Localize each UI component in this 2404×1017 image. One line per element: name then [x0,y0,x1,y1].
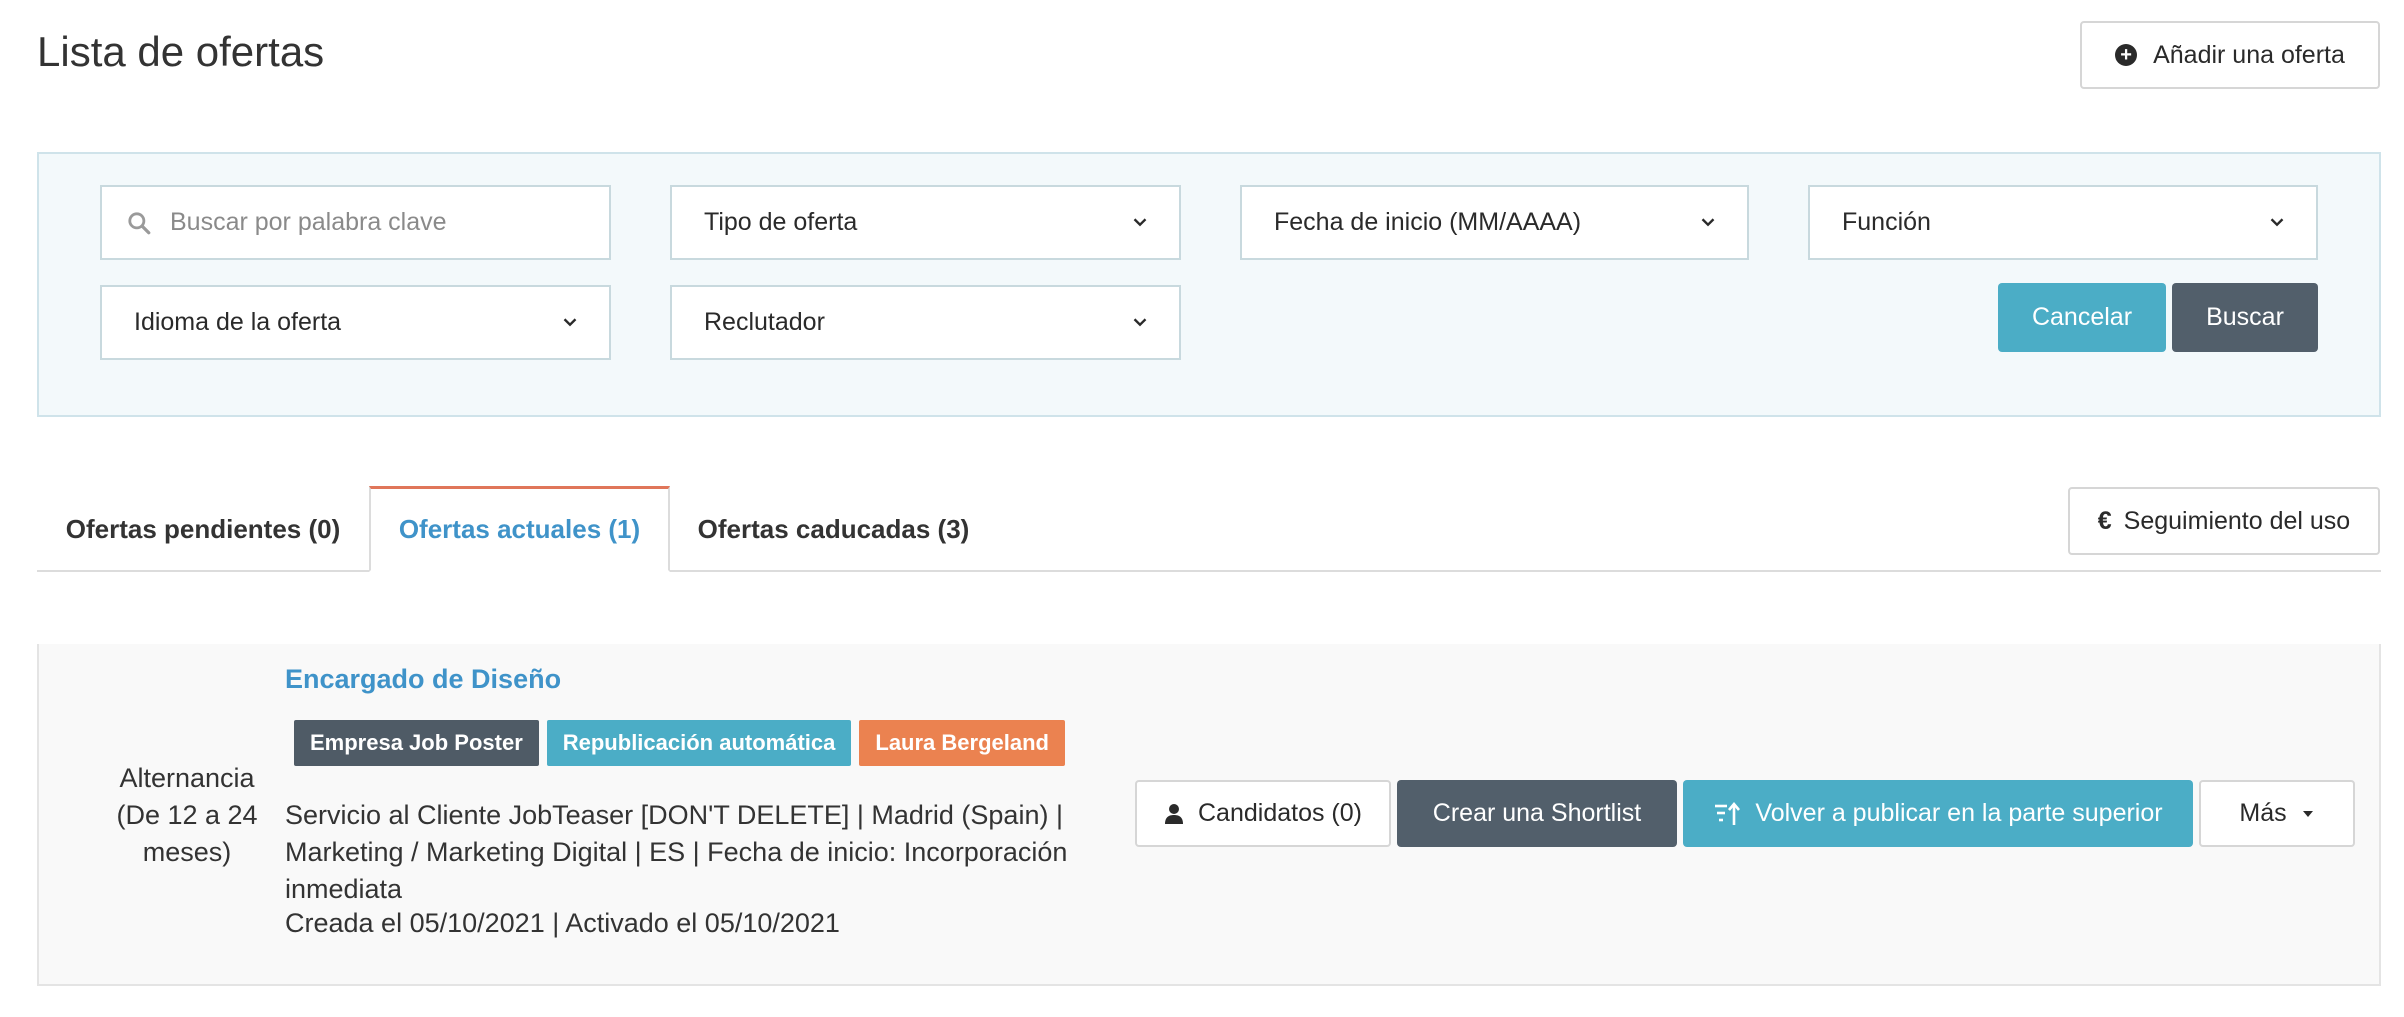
search-button[interactable]: Buscar [2172,283,2318,352]
offer-type-line: (De 12 a 24 [116,800,258,830]
republish-top-button[interactable]: Volver a publicar en la parte superior [1683,780,2193,847]
republish-label: Volver a publicar en la parte superior [1755,799,2163,827]
more-label: Más [2239,799,2287,827]
page-title: Lista de ofertas [37,28,325,75]
euro-icon: € [2097,506,2112,535]
usage-tracking-label: Seguimiento del uso [2123,506,2351,535]
tab-pending-offers[interactable]: Ofertas pendientes (0) [37,486,369,572]
add-offer-label: Añadir una oferta [2153,40,2345,69]
candidates-label: Candidatos (0) [1198,799,1362,827]
user-icon [1165,803,1183,824]
search-icon [128,211,151,234]
offer-type-line: meses) [142,837,232,867]
offer-dates: Creada el 05/10/2021 | Activado el 05/10… [285,908,840,938]
offer-type-label: Tipo de oferta [704,208,858,236]
offer-title-link[interactable]: Encargado de Diseño [285,664,561,695]
offer-badges: Empresa Job Poster Republicación automát… [294,720,1065,766]
more-dropdown-button[interactable]: Más [2199,780,2355,847]
language-select[interactable]: Idioma de la oferta [100,285,611,360]
badge-auto-republish: Republicación automática [546,720,852,766]
add-offer-button[interactable]: + Añadir una oferta [2080,21,2380,89]
tab-expired-offers[interactable]: Ofertas caducadas (3) [670,486,997,572]
create-shortlist-button[interactable]: Crear una Shortlist [1397,780,1677,847]
offer-card: Alternancia (De 12 a 24 meses) Encargado… [37,644,2381,986]
sort-up-icon [1715,801,1741,825]
search-input[interactable]: Buscar por palabra clave [100,185,611,260]
usage-tracking-button[interactable]: € Seguimiento del uso [2068,487,2380,555]
chevron-down-icon [1133,318,1147,327]
badge-recruiter: Laura Bergeland [859,720,1065,766]
function-label: Función [1842,208,1931,236]
offer-type: Alternancia (De 12 a 24 meses) [87,760,287,871]
start-date-select[interactable]: Fecha de inicio (MM/AAAA) [1240,185,1749,260]
recruiter-select[interactable]: Reclutador [670,285,1181,360]
function-select[interactable]: Función [1808,185,2318,260]
offer-details: Servicio al Cliente JobTeaser [DON'T DEL… [285,800,1068,904]
plus-circle-icon: + [2115,44,2138,66]
offer-type-line: Alternancia [119,763,255,793]
chevron-down-icon [2270,218,2284,227]
badge-company: Empresa Job Poster [294,720,539,766]
chevron-down-icon [563,318,577,327]
chevron-down-icon [1701,218,1715,227]
search-placeholder: Buscar por palabra clave [170,208,447,236]
candidates-button[interactable]: Candidatos (0) [1135,780,1391,847]
recruiter-label: Reclutador [704,308,825,336]
start-date-label: Fecha de inicio (MM/AAAA) [1274,208,1582,236]
chevron-down-icon [1133,218,1147,227]
offer-type-select[interactable]: Tipo de oferta [670,185,1181,260]
caret-down-icon [2302,810,2313,817]
cancel-button[interactable]: Cancelar [1998,283,2166,352]
tab-current-offers[interactable]: Ofertas actuales (1) [369,486,670,572]
language-label: Idioma de la oferta [134,308,342,336]
